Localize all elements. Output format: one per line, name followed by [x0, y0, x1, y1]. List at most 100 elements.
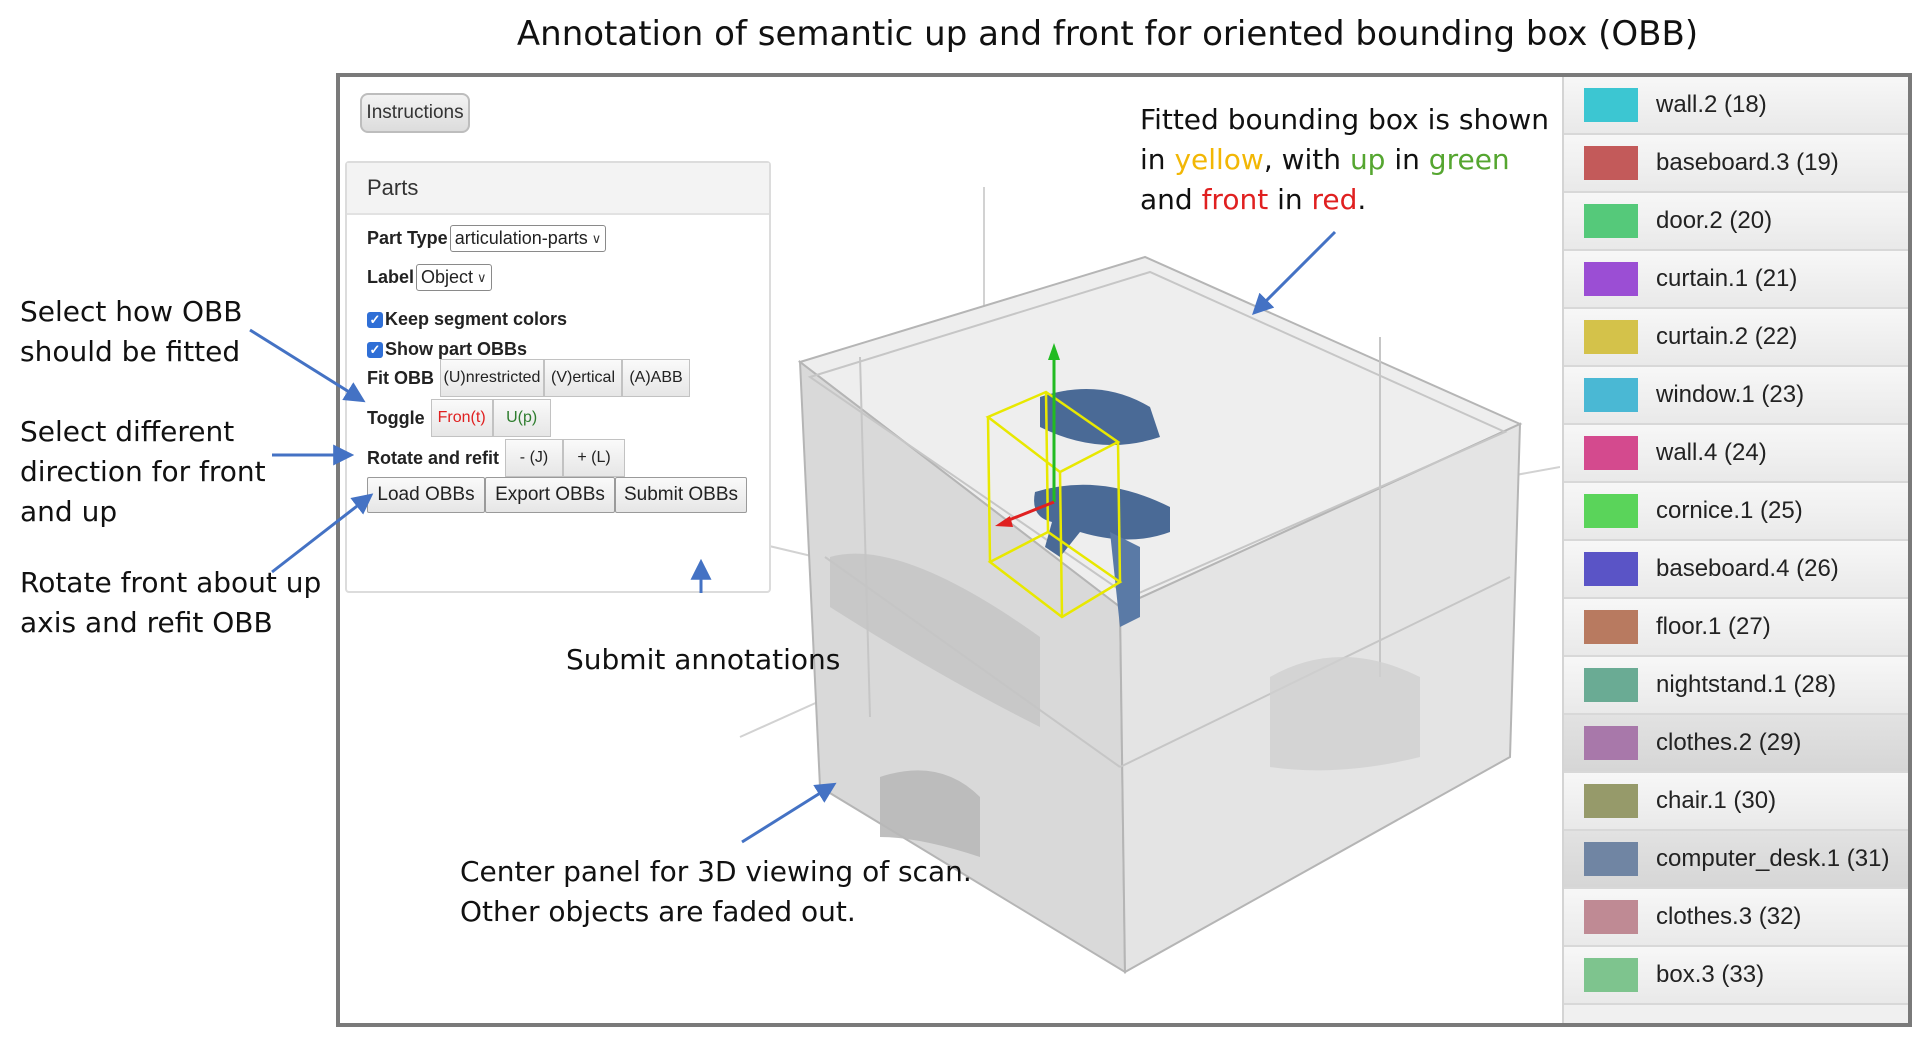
segment-list-item[interactable]: baseboard.3 (19): [1564, 135, 1908, 193]
segment-list-item[interactable]: wall.2 (18): [1564, 77, 1908, 135]
toggle-front-button[interactable]: Fron(t): [430, 399, 493, 437]
segment-list-item[interactable]: computer_desk.1 (31): [1564, 831, 1908, 889]
annotation-line: Select different: [20, 415, 235, 448]
segment-list[interactable]: wall.2 (18) baseboard.3 (19) door.2 (20) cu…: [1562, 77, 1908, 1023]
show-obbs-checkbox[interactable]: ✓: [367, 341, 383, 358]
segment-color-swatch: [1584, 726, 1638, 760]
segment-label: window.1 (23): [1656, 381, 1805, 408]
keep-colors-label: Keep segment colors: [385, 309, 568, 329]
label-value: Object: [421, 267, 474, 287]
show-obbs-row: ✓ Show part OBBs: [367, 339, 527, 360]
submit-obbs-button[interactable]: Submit OBBs: [615, 477, 747, 513]
annotation-line: Center panel for 3D viewing of scan.: [460, 855, 972, 888]
toggle-label: Toggle: [367, 407, 425, 428]
rotate-label: Rotate and refit: [367, 447, 500, 468]
segment-label: curtain.1 (21): [1656, 265, 1798, 292]
annotation-line: should be fitted: [20, 335, 241, 368]
annotation-text: and: [1140, 183, 1202, 216]
parts-panel: Parts Part Type articulation-parts ∨ Lab…: [345, 161, 771, 593]
annotation-line: Fitted bounding box is shown: [1140, 103, 1549, 136]
rotate-row: Rotate and refit - (J) + (L): [367, 439, 626, 477]
rotate-plus-button[interactable]: + (L): [563, 439, 626, 477]
segment-list-item[interactable]: box.3 (33): [1564, 947, 1908, 1005]
segment-color-swatch: [1584, 320, 1638, 354]
annotation-line: direction for front: [20, 455, 266, 488]
annotation-text: in: [1140, 143, 1175, 176]
fit-obb-row: Fit OBB (U)nrestricted (V)ertical (A)ABB: [367, 359, 690, 397]
segment-list-item[interactable]: cornice.1 (25): [1564, 483, 1908, 541]
segment-list-item[interactable]: floor.1 (27): [1564, 599, 1908, 657]
fit-vertical-button[interactable]: (V)ertical: [544, 359, 622, 397]
segment-list-item[interactable]: clothes.2 (29): [1564, 715, 1908, 773]
segment-label: door.2 (20): [1656, 207, 1773, 234]
show-obbs-label: Show part OBBs: [385, 339, 528, 359]
annotation-line: Other objects are faded out.: [460, 895, 856, 928]
annotation-text: in: [1268, 183, 1312, 216]
segment-color-swatch: [1584, 146, 1638, 180]
segment-list-item[interactable]: clothes.3 (32): [1564, 889, 1908, 947]
segment-color-swatch: [1584, 784, 1638, 818]
segment-label: chair.1 (30): [1656, 787, 1777, 814]
segment-label: clothes.3 (32): [1656, 903, 1802, 930]
segment-color-swatch: [1584, 262, 1638, 296]
segment-label: computer_desk.1 (31): [1656, 845, 1890, 872]
segment-label: curtain.2 (22): [1656, 323, 1798, 350]
parts-panel-header: Parts: [347, 163, 769, 215]
fit-obb-label: Fit OBB: [367, 367, 434, 388]
keep-colors-row: ✓ Keep segment colors: [367, 309, 567, 330]
segment-color-swatch: [1584, 900, 1638, 934]
annotation-front-word: front: [1201, 183, 1269, 216]
segment-color-swatch: [1584, 610, 1638, 644]
annotation-bbox: Fitted bounding box is shown in yellow, …: [1140, 100, 1549, 220]
segment-list-item[interactable]: wall.4 (24): [1564, 425, 1908, 483]
label-select[interactable]: Object ∨: [416, 264, 492, 291]
segment-label: wall.2 (18): [1656, 91, 1767, 118]
segment-list-item[interactable]: door.2 (20): [1564, 193, 1908, 251]
load-obbs-button[interactable]: Load OBBs: [367, 477, 485, 513]
annotation-center-panel: Center panel for 3D viewing of scan. Oth…: [460, 852, 972, 932]
segment-color-swatch: [1584, 842, 1638, 876]
fit-aabb-button[interactable]: (A)ABB: [622, 359, 690, 397]
chevron-down-icon: ∨: [591, 230, 602, 246]
segment-list-item[interactable]: nightstand.1 (28): [1564, 657, 1908, 715]
segment-list-item[interactable]: window.1 (23): [1564, 367, 1908, 425]
rotate-minus-button[interactable]: - (J): [505, 439, 564, 477]
segment-color-swatch: [1584, 88, 1638, 122]
part-type-value: articulation-parts: [454, 228, 588, 248]
segment-label: wall.4 (24): [1656, 439, 1767, 466]
instructions-button[interactable]: Instructions: [360, 93, 470, 133]
annotation-line: Select how OBB: [20, 295, 243, 328]
annotation-green-word: green: [1428, 143, 1510, 176]
annotation-text: in: [1385, 143, 1429, 176]
annotation-up-word: up: [1349, 143, 1386, 176]
segment-color-swatch: [1584, 436, 1638, 470]
toggle-up-button[interactable]: U(p): [492, 399, 551, 437]
label-row: Label Object ∨: [367, 264, 492, 291]
annotation-line: in yellow, with up in green: [1140, 140, 1549, 180]
annotation-fit-obb: Select how OBB should be fitted: [20, 292, 242, 372]
segment-list-item[interactable]: chair.1 (30): [1564, 773, 1908, 831]
export-obbs-button[interactable]: Export OBBs: [485, 477, 615, 513]
keep-colors-checkbox[interactable]: ✓: [367, 311, 383, 328]
segment-label: baseboard.4 (26): [1656, 555, 1839, 582]
annotation-line: axis and refit OBB: [20, 606, 273, 639]
faded-bed: [1270, 657, 1420, 771]
segment-color-swatch: [1584, 552, 1638, 586]
toggle-row: Toggle Fron(t) U(p): [367, 399, 551, 437]
obb-actions-row: Load OBBs Export OBBs Submit OBBs: [367, 477, 747, 513]
segment-list-item[interactable]: curtain.2 (22): [1564, 309, 1908, 367]
segment-list-item[interactable]: curtain.1 (21): [1564, 251, 1908, 309]
segment-label: floor.1 (27): [1656, 613, 1771, 640]
segment-color-swatch: [1584, 494, 1638, 528]
annotation-line: and front in red.: [1140, 180, 1549, 220]
part-type-label: Part Type: [367, 228, 448, 248]
segment-list-item[interactable]: baseboard.4 (26): [1564, 541, 1908, 599]
fit-unrestricted-button[interactable]: (U)nrestricted: [440, 359, 544, 397]
annotation-text: , with: [1263, 143, 1350, 176]
annotation-line: Rotate front about up: [20, 566, 322, 599]
annotation-submit: Submit annotations: [566, 643, 841, 676]
annotation-rotate: Rotate front about up axis and refit OBB: [20, 563, 321, 643]
part-type-select[interactable]: articulation-parts ∨: [449, 225, 607, 252]
annotation-text: .: [1357, 183, 1367, 216]
segment-label: baseboard.3 (19): [1656, 149, 1839, 176]
